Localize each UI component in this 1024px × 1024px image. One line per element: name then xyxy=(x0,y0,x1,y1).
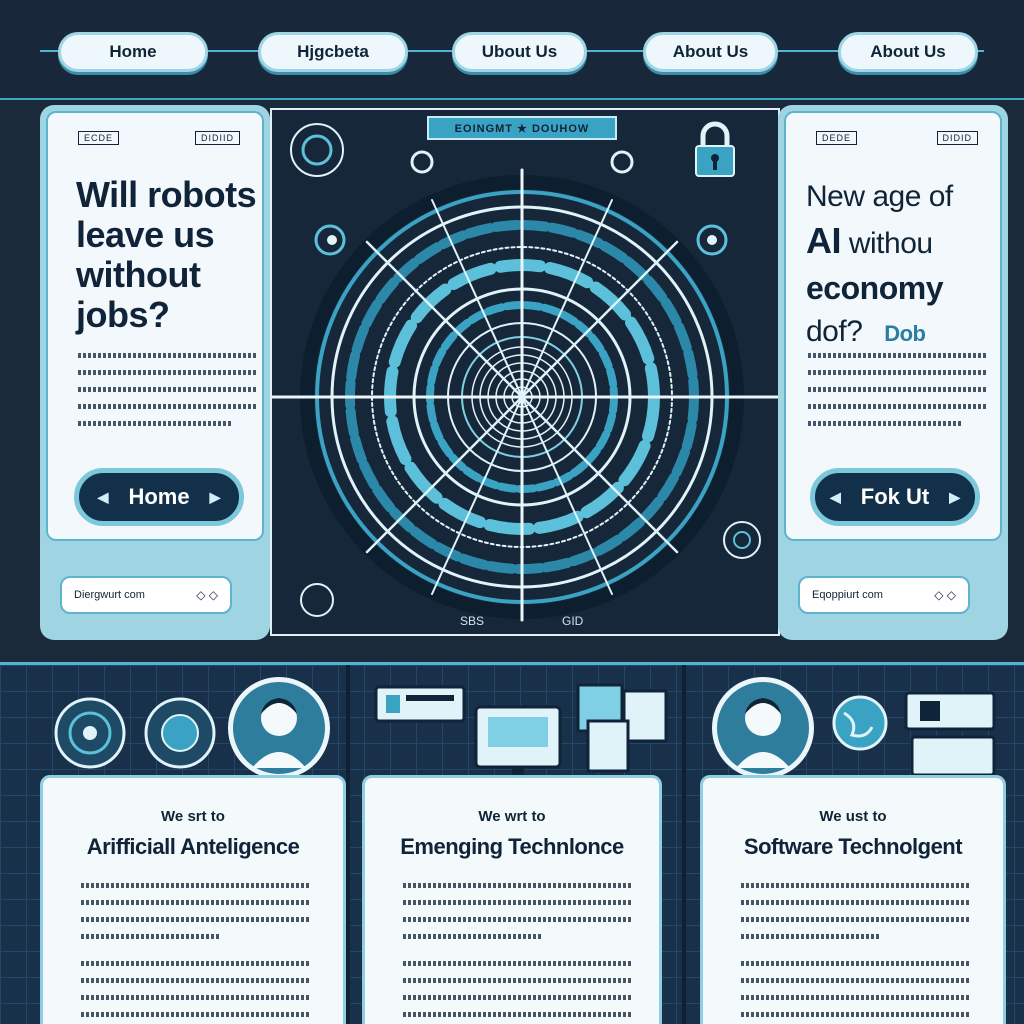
chevron-right-icon: ▶ xyxy=(949,488,960,505)
card-title: Emenging Technlonce xyxy=(400,834,624,859)
feature-card-emerging[interactable]: We wrt to Emenging Technlonce xyxy=(362,775,662,1024)
avatar-icon xyxy=(228,677,330,779)
nav-hjgcbeta-button[interactable]: Hjgcbeta xyxy=(258,32,408,72)
email-text: Diergwurt com xyxy=(74,589,145,601)
right-headline: New age of AI withou economy dof? Dob xyxy=(806,175,1011,356)
right-article-card: DEDE DIDID New age of AI withou economy … xyxy=(778,105,1008,640)
bottom-feature-section: We srt to Arifficiall Anteligence We wrt… xyxy=(0,662,1024,1024)
card-title: Software Technolgent xyxy=(743,834,963,859)
card-subtitle: We wrt to xyxy=(478,808,546,825)
right-action-button[interactable]: ◀ Fok Ut ▶ xyxy=(810,468,980,526)
nav-about-button[interactable]: About Us xyxy=(643,32,778,72)
card-tag: DIDIID xyxy=(195,131,240,145)
avatar-icon xyxy=(712,677,814,779)
radar-icon xyxy=(272,123,782,622)
top-navigation: Home Hjgcbeta Ubout Us About Us About Us xyxy=(0,0,1024,100)
card-tag: DIDID xyxy=(936,131,978,145)
left-email-field[interactable]: Diergwurt com ◇ ◇ xyxy=(60,576,232,614)
radar-icon xyxy=(54,697,216,769)
nav-ubout-button[interactable]: Ubout Us xyxy=(452,32,587,72)
feature-card-ai[interactable]: We srt to Arifficiall Anteligence xyxy=(40,775,346,1024)
card-body-text xyxy=(403,883,633,1024)
chevron-left-icon: ◀ xyxy=(97,488,109,505)
headline-line: economy xyxy=(806,270,943,306)
feature-card-software[interactable]: We ust to Software Technolgent xyxy=(700,775,1006,1024)
center-radar-illustration: EOINGMT ★ DOUHOW SBS GID xyxy=(270,108,782,636)
diamond-icons: ◇ ◇ xyxy=(934,588,956,602)
left-headline: Will robots leave us without jobs? xyxy=(76,174,257,335)
left-body-text xyxy=(78,353,256,438)
column-divider xyxy=(346,665,350,1024)
card-body-text xyxy=(741,883,971,1024)
card-tag: DEDE xyxy=(816,131,858,145)
diamond-icons: ◇ ◇ xyxy=(196,588,218,602)
center-label-right: GID xyxy=(562,614,584,628)
left-home-button[interactable]: ◀ Home ▶ xyxy=(74,468,244,526)
card-body-text xyxy=(81,883,311,1024)
left-article-card: ECDE DIDIID Will robots leave us without… xyxy=(40,105,270,640)
card-title: Arifficiall Anteligence xyxy=(86,834,300,859)
right-body-text xyxy=(808,353,986,438)
left-card-body: ECDE DIDIID Will robots leave us without… xyxy=(46,111,264,541)
headline-line: New age of xyxy=(806,180,953,213)
chevron-left-icon: ◀ xyxy=(829,488,841,505)
headline-line: withou xyxy=(848,227,933,260)
chevron-right-icon: ▶ xyxy=(209,488,221,505)
button-label: Fok Ut xyxy=(860,484,930,509)
headline-accent: Dob xyxy=(884,321,926,346)
nav-home-button[interactable]: Home xyxy=(58,32,208,72)
center-label-left: SBS xyxy=(460,614,485,628)
globe-icon xyxy=(832,691,996,777)
card-subtitle: We ust to xyxy=(819,808,887,825)
right-email-field[interactable]: Eqoppiurt com ◇ ◇ xyxy=(798,576,970,614)
email-text: Eqoppiurt com xyxy=(812,589,883,601)
headline-ai: AI xyxy=(806,220,842,261)
right-card-body: DEDE DIDID New age of AI withou economy … xyxy=(784,111,1002,541)
card-tag: ECDE xyxy=(78,131,120,145)
headline-line: dof? xyxy=(806,315,863,348)
nav-about-button-2[interactable]: About Us xyxy=(838,32,978,72)
button-label: Home xyxy=(128,484,190,509)
card-subtitle: We srt to xyxy=(161,808,225,825)
column-divider xyxy=(682,665,686,1024)
monitor-icon xyxy=(374,683,668,779)
